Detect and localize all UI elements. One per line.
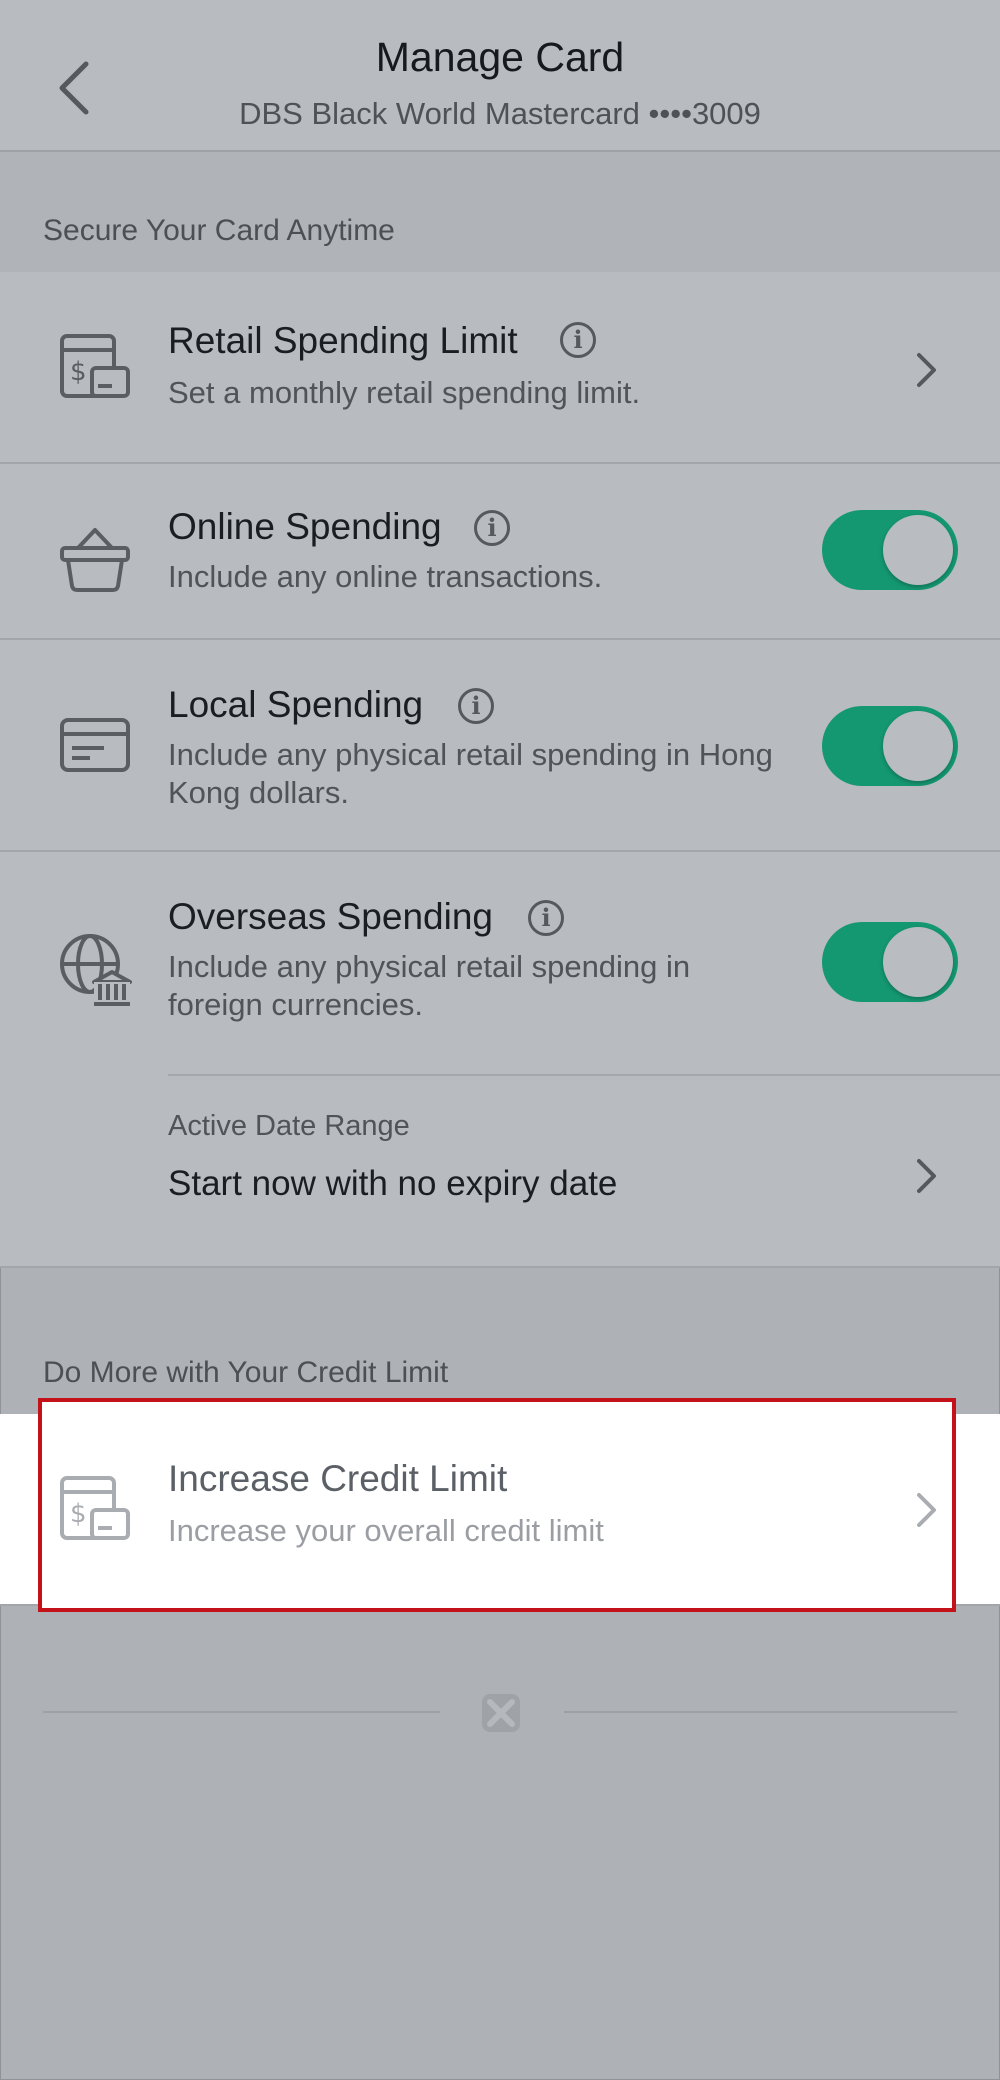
card-name: DBS Black World Mastercard ••••3009 [239,96,761,131]
overseas-spending-title: Overseas Spending [168,896,493,937]
local-spending-row: Local Spending i Include any physical re… [0,640,1000,852]
section-label-secure: Secure Your Card Anytime [43,214,395,247]
card-icon [60,718,130,772]
active-date-range-row[interactable]: Active Date Range Start now with no expi… [0,1076,1000,1266]
overseas-spending-toggle[interactable] [822,922,958,1002]
chevron-right-icon [917,1159,936,1193]
footer-divider-right [564,1711,957,1713]
section-label-credit: Do More with Your Credit Limit [43,1356,449,1389]
local-spending-toggle[interactable] [822,706,958,786]
local-spending-desc: Include any physical retail spending in … [168,737,773,810]
overseas-spending-desc: Include any physical retail spending in … [168,949,691,1022]
online-spending-row: Online Spending i Include any online tra… [0,464,1000,640]
retail-spending-limit-desc: Set a monthly retail spending limit. [168,375,641,410]
info-icon[interactable]: i [528,900,564,936]
retail-spending-limit-title: Retail Spending Limit [168,320,518,361]
dbs-logo-icon [482,1694,520,1732]
toggle-knob [883,515,953,585]
page-title: Manage Card [375,34,625,80]
globe-bank-icon [60,934,132,1006]
toggle-knob [883,711,953,781]
dollar-card-icon: $ [60,1476,130,1540]
retail-spending-limit-row[interactable]: $ Retail Spending Limit i Set a monthly … [0,272,1000,464]
svg-text:$: $ [70,357,87,387]
increase-credit-limit-content[interactable]: $ Increase Credit Limit Increase your ov… [0,1414,1000,1606]
active-date-range-label: Active Date Range [168,1110,410,1142]
basket-icon [60,528,130,592]
section-header-bg [0,152,1000,272]
chevron-right-icon [917,353,936,387]
increase-credit-limit-desc: Increase your overall credit limit [168,1513,604,1548]
chevron-right-icon [917,1493,936,1527]
overseas-spending-row: Overseas Spending i Include any physical… [0,852,1000,1268]
active-date-range-value: Start now with no expiry date [168,1164,618,1203]
online-spending-title: Online Spending [168,506,442,547]
info-icon[interactable]: i [474,510,510,546]
info-icon[interactable]: i [458,688,494,724]
local-spending-title: Local Spending [168,684,424,725]
dollar-card-icon: $ [60,334,130,398]
toggle-knob [883,927,953,997]
info-icon[interactable]: i [560,322,596,358]
svg-text:$: $ [70,1499,87,1529]
header: Manage Card DBS Black World Mastercard •… [0,0,1000,152]
increase-credit-limit-title: Increase Credit Limit [168,1458,508,1499]
online-spending-desc: Include any online transactions. [168,559,603,594]
footer-divider-left [43,1711,440,1713]
online-spending-toggle[interactable] [822,510,958,590]
